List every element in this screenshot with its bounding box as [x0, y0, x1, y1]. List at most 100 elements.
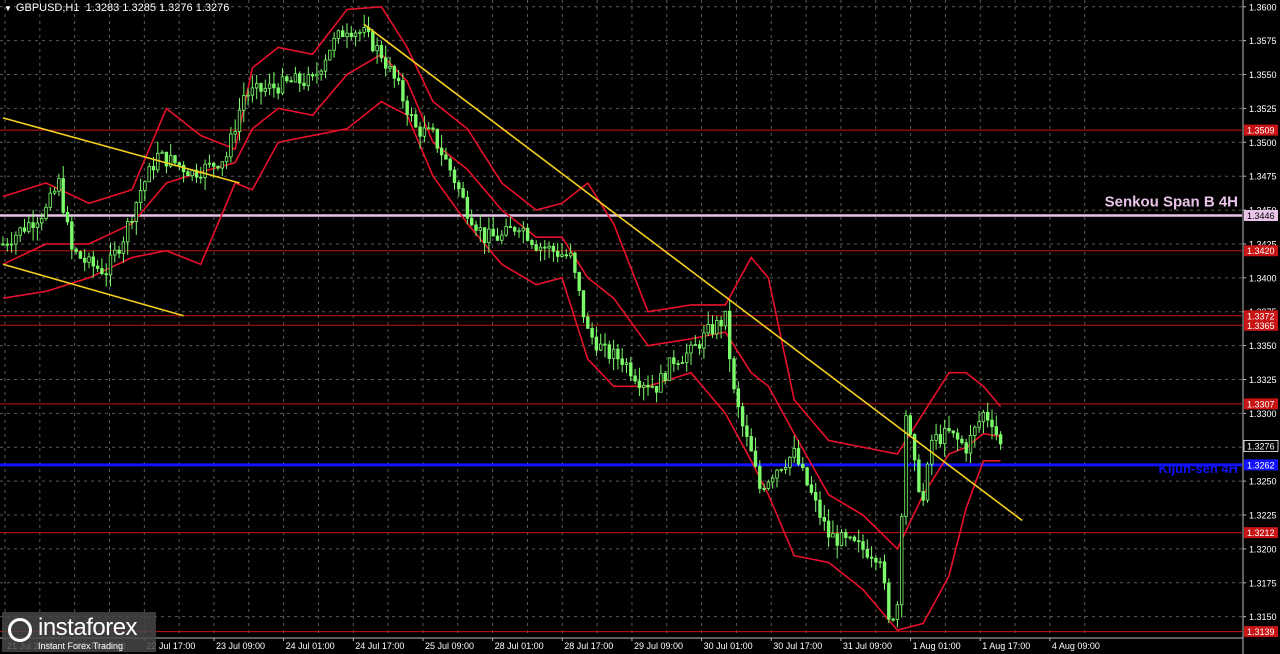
candle-body: [40, 218, 44, 224]
candle-body: [749, 436, 753, 452]
price-tick-label: 1.3200: [1249, 544, 1277, 554]
candle-body: [814, 492, 818, 501]
candle-body: [586, 316, 590, 329]
candle-body: [822, 516, 826, 522]
candle-body: [130, 221, 134, 223]
candle-body: [396, 77, 401, 81]
candle-body: [495, 235, 500, 241]
candle-body: [676, 363, 680, 366]
candle-body: [199, 176, 203, 179]
candle-body: [121, 241, 126, 254]
candle-body: [719, 320, 723, 327]
candle-body: [358, 31, 362, 34]
price-tick-label: 1.3500: [1249, 138, 1277, 148]
candle-body: [435, 128, 439, 149]
candle-body: [775, 469, 779, 479]
dropdown-triangle-icon[interactable]: ▼: [4, 4, 12, 13]
candle-body: [839, 532, 844, 546]
level-price-label: 1.3307: [1247, 399, 1275, 409]
candle-body: [513, 227, 517, 232]
candle-body: [758, 465, 762, 489]
candle-body: [186, 171, 190, 177]
candle-body: [117, 249, 121, 254]
candle-body: [237, 109, 242, 132]
candle-body: [426, 127, 431, 130]
senkou-name-label: Senkou Span B 4H: [1105, 193, 1238, 210]
candle-body: [293, 73, 298, 83]
candle-body: [504, 226, 508, 236]
candle-body: [646, 384, 650, 388]
candle-body: [852, 536, 857, 542]
candle-body: [938, 434, 943, 445]
candle-body: [388, 66, 392, 69]
candle-body: [685, 352, 689, 363]
price-tick-label: 1.3325: [1249, 375, 1277, 385]
watermark: instaforex Instant Forex Trading: [2, 612, 156, 652]
candle-body: [667, 357, 672, 381]
candle-body: [788, 456, 792, 468]
time-tick-label: 29 Jul 09:00: [634, 641, 683, 651]
candle-body: [573, 252, 577, 273]
candle-body: [568, 252, 573, 257]
candle-body: [254, 83, 259, 89]
candle-body: [211, 162, 216, 167]
candle-body: [379, 45, 384, 59]
kijun-name-label: Kijun-sen 4H: [1159, 461, 1238, 476]
candle-body: [469, 217, 474, 226]
candle-body: [14, 234, 18, 245]
candle-body: [31, 222, 35, 228]
symbol-header: ▼ GBPUSD,H1 1.3283 1.3285 1.3276 1.3276: [4, 2, 229, 14]
candle-body: [556, 250, 560, 257]
candle-body: [637, 380, 642, 388]
candle-body: [353, 32, 358, 37]
candle-body: [599, 343, 603, 351]
candle-body: [891, 618, 895, 621]
price-tick-label: 1.3300: [1249, 409, 1277, 419]
candle-body: [35, 222, 40, 228]
candle-body: [577, 272, 581, 292]
candle-body: [917, 459, 921, 492]
candle-body: [921, 491, 925, 501]
candle-body: [267, 83, 272, 89]
candle-body: [547, 245, 551, 249]
candle-body: [220, 161, 224, 169]
candle-body: [981, 411, 986, 423]
time-tick-label: 28 Jul 01:00: [495, 641, 544, 651]
candle-body: [538, 246, 543, 251]
candle-body: [603, 343, 607, 346]
candle-body: [904, 415, 908, 517]
price-chart[interactable]: 1.3600 1.3575 1.3550 1.3525 1.3500 1.3475 1.34…: [0, 0, 1280, 654]
candle-body: [796, 448, 801, 465]
candle-body: [126, 221, 130, 243]
candle-body: [560, 254, 564, 257]
time-tick-label: 1 Aug 01:00: [913, 641, 961, 651]
candle-body: [5, 243, 9, 246]
candle-body: [27, 222, 31, 232]
candle-body: [474, 224, 478, 231]
candle-body: [448, 158, 452, 171]
candle-body: [22, 227, 27, 232]
candle-body: [65, 211, 70, 223]
candle-body: [160, 151, 164, 154]
candle-body: [138, 190, 143, 203]
candle-body: [272, 83, 276, 89]
candle-body: [805, 467, 809, 486]
level-price-label: 1.3365: [1247, 321, 1275, 331]
candle-body: [177, 162, 181, 166]
candle-body: [452, 169, 457, 184]
candle-body: [990, 419, 994, 428]
candle-body: [328, 49, 332, 61]
candle-body: [792, 448, 796, 458]
time-tick-label: 4 Aug 09:00: [1052, 641, 1100, 651]
candle-body: [207, 162, 212, 165]
level-price-label: 1.3262: [1247, 460, 1275, 470]
candle-body: [818, 499, 822, 518]
time-tick-label: 31 Jul 09:00: [843, 641, 892, 651]
candle-body: [340, 30, 345, 38]
candle-body: [551, 245, 556, 252]
candle-body: [826, 520, 831, 538]
candle-body: [233, 131, 237, 135]
candle-body: [650, 385, 654, 388]
candle-body: [659, 373, 663, 393]
candle-body: [517, 230, 521, 233]
